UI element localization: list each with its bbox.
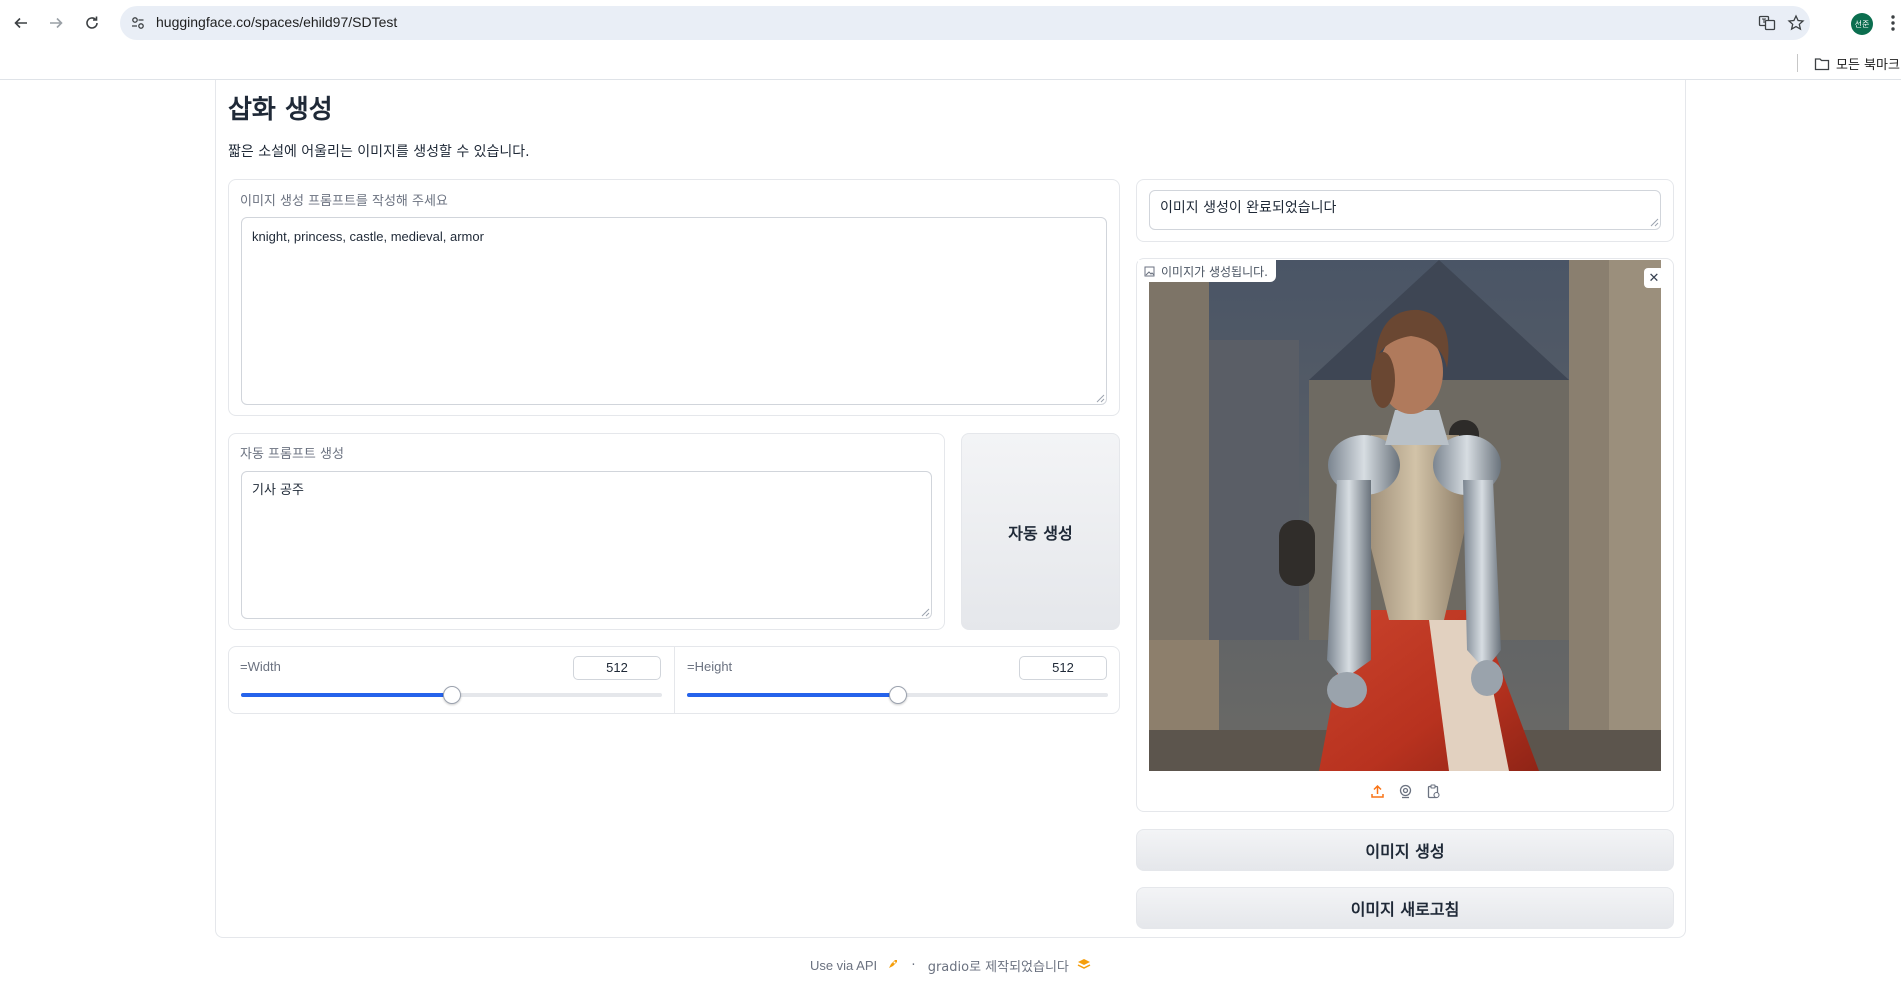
- page-description: 짧은 소설에 어울리는 이미지를 생성할 수 있습니다.: [228, 144, 530, 160]
- all-bookmarks-folder[interactable]: 모든 북마크: [1814, 54, 1900, 73]
- page-title: 삽화 생성: [228, 95, 333, 125]
- use-via-api-link[interactable]: Use via API: [810, 958, 877, 973]
- browser-toolbar: huggingface.co/spaces/ehild97/SDTest 선준: [0, 0, 1901, 46]
- clipboard-icon[interactable]: [1424, 782, 1442, 800]
- height-slider-thumb[interactable]: [888, 686, 907, 704]
- image-label: 이미지가 생성됩니다.: [1138, 260, 1276, 282]
- avatar-text: 선준: [1854, 19, 1870, 29]
- translate-icon[interactable]: [1758, 14, 1776, 32]
- image-label-text: 이미지가 생성됩니다.: [1161, 264, 1268, 279]
- image-source-icons: [1368, 782, 1442, 800]
- back-button[interactable]: [9, 11, 33, 35]
- prompt-label: 이미지 생성 프롬프트를 작성해 주세요: [240, 194, 448, 209]
- bookmarks-divider: [1797, 54, 1798, 72]
- url-text[interactable]: huggingface.co/spaces/ehild97/SDTest: [156, 14, 397, 30]
- bookmark-star-icon[interactable]: [1787, 14, 1805, 32]
- auto-prompt-textarea[interactable]: 기사 공주: [241, 471, 932, 619]
- status-textbox[interactable]: 이미지 생성이 완료되었습니다: [1149, 190, 1661, 230]
- folder-icon: [1814, 57, 1830, 70]
- footer-separator: ·: [911, 958, 916, 973]
- bookmarks-bar: 모든 북마크: [0, 46, 1901, 80]
- upload-icon[interactable]: [1368, 782, 1386, 800]
- width-number-input[interactable]: 512: [573, 656, 661, 680]
- close-icon: ✕: [1648, 270, 1660, 286]
- resize-grip-icon[interactable]: [921, 608, 930, 617]
- gradio-logo-icon: [1077, 958, 1091, 974]
- reload-button[interactable]: [80, 11, 104, 35]
- address-bar[interactable]: huggingface.co/spaces/ehild97/SDTest: [120, 6, 1810, 40]
- all-bookmarks-label: 모든 북마크: [1836, 58, 1900, 73]
- auto-prompt-label: 자동 프롬프트 생성: [240, 447, 344, 462]
- more-menu-icon[interactable]: [1889, 13, 1897, 33]
- footer: Use via API · gradio로 제작되었습니다: [0, 956, 1901, 975]
- forward-button[interactable]: [44, 11, 68, 35]
- height-slider-fill: [687, 693, 898, 697]
- reload-icon: [86, 16, 98, 29]
- prompt-textarea[interactable]: knight, princess, castle, medieval, armo…: [241, 217, 1107, 405]
- sliders-divider: [674, 647, 675, 713]
- resize-grip-icon[interactable]: [1650, 218, 1659, 227]
- refresh-image-button[interactable]: 이미지 새로고침: [1136, 887, 1674, 929]
- height-slider-label: =Height: [687, 659, 733, 674]
- generated-image: [1149, 260, 1661, 771]
- webcam-icon[interactable]: [1396, 782, 1414, 800]
- width-slider-label: =Width: [240, 659, 281, 674]
- clear-image-button[interactable]: ✕: [1644, 268, 1664, 288]
- width-slider-fill: [241, 693, 452, 697]
- auto-generate-button[interactable]: 자동 생성: [961, 433, 1120, 630]
- rocket-icon: [887, 958, 899, 974]
- arrow-left-icon: [14, 17, 27, 29]
- generate-image-button[interactable]: 이미지 생성: [1136, 829, 1674, 871]
- site-settings-icon[interactable]: [130, 15, 146, 31]
- resize-grip-icon[interactable]: [1096, 394, 1105, 403]
- profile-avatar[interactable]: 선준: [1851, 13, 1873, 35]
- image-icon: [1144, 266, 1155, 276]
- height-number-input[interactable]: 512: [1019, 656, 1107, 680]
- arrow-right-icon: [50, 17, 63, 29]
- width-slider-thumb[interactable]: [442, 686, 461, 704]
- built-with-gradio-link[interactable]: gradio로 제작되었습니다: [928, 956, 1069, 975]
